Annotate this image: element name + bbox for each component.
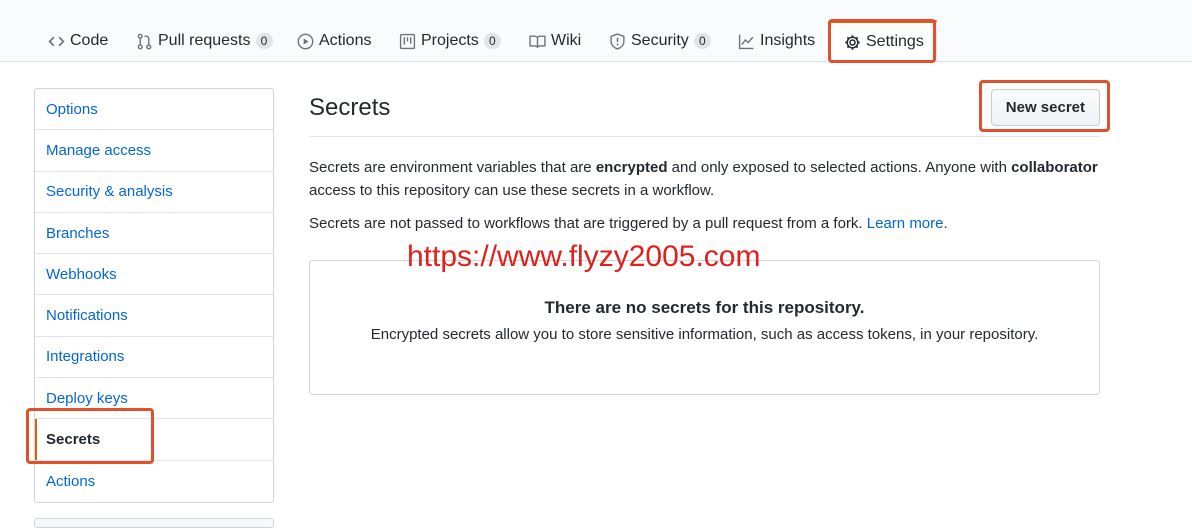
secrets-intro: Secrets are environment variables that a… xyxy=(309,156,1100,202)
tab-pull-requests[interactable]: Pull requests 0 xyxy=(135,22,273,60)
tab-label: Insights xyxy=(760,32,816,49)
tab-wiki[interactable]: Wiki xyxy=(528,22,581,60)
tab-code[interactable]: Code xyxy=(47,22,108,60)
new-secret-button[interactable]: New secret xyxy=(990,89,1100,126)
gear-icon xyxy=(843,33,861,51)
intro-text: access to this repository can use these … xyxy=(309,182,715,199)
tab-projects[interactable]: Projects 0 xyxy=(398,22,501,60)
intro-text: Secrets are environment variables that a… xyxy=(309,159,596,176)
projects-counter: 0 xyxy=(483,33,501,49)
tab-label: Pull requests xyxy=(158,32,251,49)
secrets-main: Secrets New secret Secrets are environme… xyxy=(309,80,1100,395)
page-title: Secrets xyxy=(309,94,391,121)
shield-icon xyxy=(608,32,626,50)
fork-note-text: Secrets are not passed to workflows that… xyxy=(309,215,867,232)
tab-label: Actions xyxy=(319,32,372,49)
security-counter: 0 xyxy=(693,33,711,49)
learn-more-link[interactable]: Learn more xyxy=(867,215,944,232)
graph-icon xyxy=(737,32,755,50)
menu-item-options[interactable]: Options xyxy=(35,89,273,131)
git-pull-request-icon xyxy=(135,32,153,50)
play-icon xyxy=(296,32,314,50)
empty-state-title: There are no secrets for this repository… xyxy=(544,298,865,317)
intro-bold-encrypted: encrypted xyxy=(595,159,668,176)
menu-item-branches[interactable]: Branches xyxy=(35,213,273,255)
tab-settings[interactable]: Settings xyxy=(830,20,937,61)
pull-requests-counter: 0 xyxy=(255,33,273,49)
menu-item-webhooks[interactable]: Webhooks xyxy=(35,254,273,296)
secondary-menu-edge xyxy=(34,518,274,528)
book-icon xyxy=(528,32,546,50)
subhead: Secrets New secret xyxy=(309,80,1100,137)
tab-insights[interactable]: Insights xyxy=(737,22,815,60)
empty-state: There are no secrets for this repository… xyxy=(309,260,1100,395)
intro-bold-collaborator: collaborator xyxy=(1011,159,1098,176)
project-icon xyxy=(398,32,416,50)
watermark-text: https://www.flyzy2005.com xyxy=(407,240,761,273)
intro-text: and only exposed to selected actions. An… xyxy=(667,159,1012,176)
tab-actions[interactable]: Actions xyxy=(296,22,371,60)
fork-note-period: . xyxy=(943,215,948,232)
menu-item-integrations[interactable]: Integrations xyxy=(35,337,273,379)
empty-state-description: Encrypted secrets allow you to store sen… xyxy=(370,326,1039,343)
settings-menu: Options Manage access Security & analysi… xyxy=(34,88,274,503)
menu-item-notifications[interactable]: Notifications xyxy=(35,295,273,337)
menu-item-actions[interactable]: Actions xyxy=(35,461,273,502)
menu-item-deploy-keys[interactable]: Deploy keys xyxy=(35,378,273,420)
menu-item-manage-access[interactable]: Manage access xyxy=(35,130,273,172)
fork-note: Secrets are not passed to workflows that… xyxy=(309,212,1100,235)
tab-label: Security xyxy=(631,32,689,49)
code-icon xyxy=(47,32,65,50)
tab-label: Code xyxy=(70,32,109,49)
tab-security[interactable]: Security 0 xyxy=(608,22,711,60)
tab-label: Settings xyxy=(866,33,924,50)
menu-item-security-analysis[interactable]: Security & analysis xyxy=(35,172,273,213)
tab-label: Projects xyxy=(421,32,479,49)
repo-nav: Code Pull requests 0 Actions Projects 0 … xyxy=(0,0,1192,62)
tab-label: Wiki xyxy=(551,32,582,49)
menu-item-secrets[interactable]: Secrets xyxy=(35,419,273,461)
